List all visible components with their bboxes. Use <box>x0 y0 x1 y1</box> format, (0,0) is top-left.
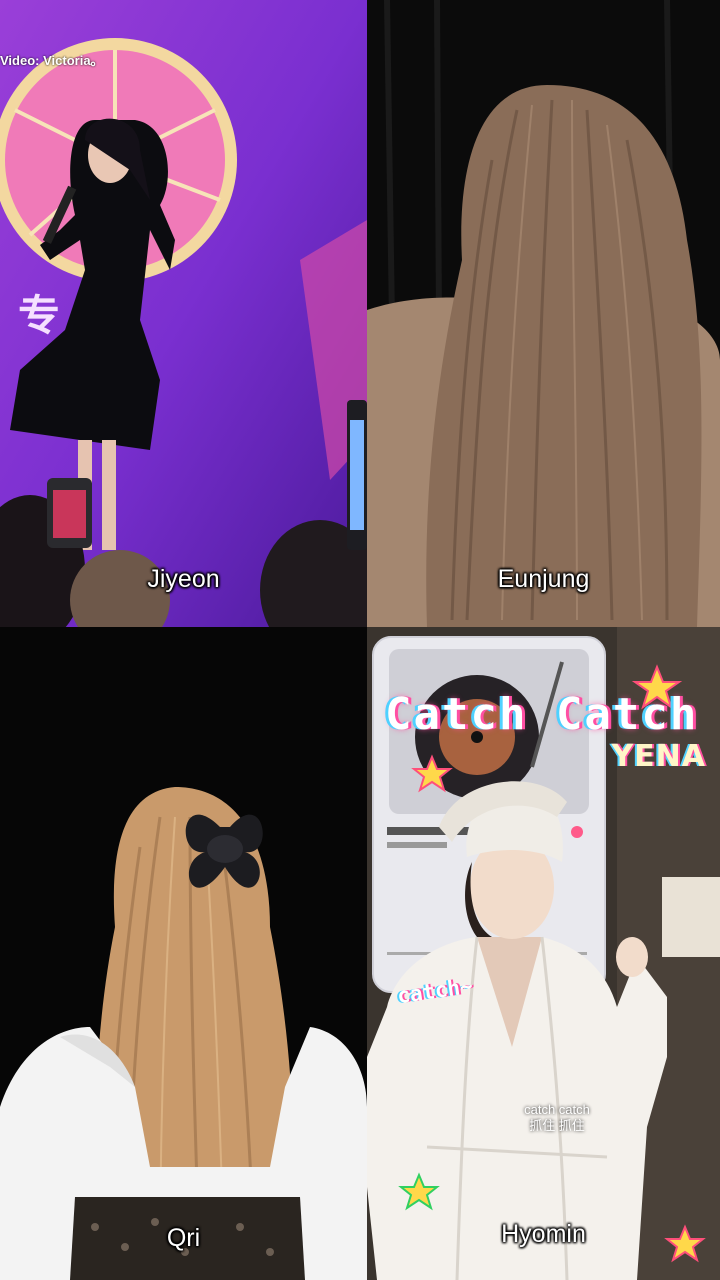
panel-eunjung[interactable]: Eunjung <box>367 0 720 627</box>
caption-eunjung: Eunjung <box>497 565 590 593</box>
panel-qri[interactable]: Qri <box>0 627 367 1280</box>
svg-text:专: 专 <box>18 291 60 340</box>
hair-photo-eunjung <box>367 0 720 627</box>
panel-jiyeon[interactable]: 专 Video: Victoria。 Jiyeon <box>0 0 367 627</box>
lyric-line-1: catch catch <box>524 1102 590 1117</box>
video-credit: Video: Victoria。 <box>0 53 104 68</box>
caption-jiyeon: Jiyeon <box>147 565 220 593</box>
stage-photo: 专 <box>0 0 367 627</box>
song-title: Catch Catch <box>385 689 699 740</box>
video-grid: 专 Video: Victoria。 Jiyeon Eunjung Qri Ca… <box>0 0 720 1280</box>
caption-qri: Qri <box>166 1224 201 1252</box>
hair-photo-qri <box>0 627 367 1280</box>
artist-name: YENA <box>611 739 706 774</box>
lyric-subtitle: catch catch 抓住 抓住 <box>487 1102 627 1134</box>
panel-hyomin[interactable]: Catch Catch YENA catch~ catch catch 抓住 抓… <box>367 627 720 1280</box>
lyric-line-2: 抓住 抓住 <box>529 1118 585 1133</box>
caption-hyomin: Hyomin <box>501 1220 586 1248</box>
